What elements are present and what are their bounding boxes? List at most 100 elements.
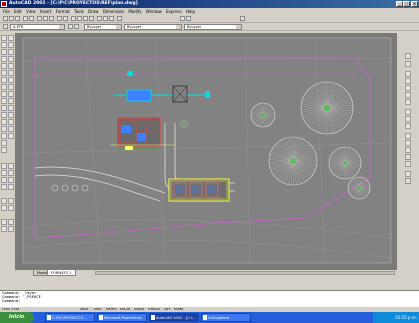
point-icon[interactable] (1, 119, 7, 125)
mirror-icon[interactable] (8, 49, 14, 55)
ellipse-icon[interactable] (1, 98, 7, 104)
multiline-text-icon[interactable] (1, 147, 7, 153)
line-icon[interactable] (1, 35, 7, 41)
list-icon[interactable] (1, 205, 7, 211)
dim-aligned-icon[interactable] (8, 163, 14, 169)
drawing-canvas[interactable] (15, 33, 397, 270)
snap-midpoint-icon[interactable] (405, 78, 411, 84)
print-icon[interactable] (23, 16, 28, 21)
zoom-realtime-icon[interactable] (77, 16, 82, 21)
zoom-previous-icon[interactable] (89, 16, 94, 21)
tab-scroll-buttons[interactable] (15, 270, 33, 276)
snap-nearest-icon[interactable] (405, 161, 411, 167)
drawing-area[interactable] (15, 33, 397, 270)
redo-icon[interactable] (63, 16, 68, 21)
taskbar-item-autocad[interactable]: AutoCAD 2002 - [C:\... (149, 313, 199, 322)
snap-tangent-icon[interactable] (405, 123, 411, 129)
construction-line-icon[interactable] (1, 42, 7, 48)
menu-draw[interactable]: Draw (88, 8, 98, 15)
color-select[interactable]: ByLayer (84, 24, 122, 30)
start-button[interactable]: Inicio (0, 312, 34, 323)
revision-cloud-icon[interactable] (1, 84, 7, 90)
table-icon[interactable] (1, 140, 7, 146)
copy-icon[interactable] (43, 16, 48, 21)
snap-extension-icon[interactable] (405, 99, 411, 105)
taskbar-item-folder[interactable]: C:\P\C\PROYECTO... (45, 313, 95, 322)
zoom-all-icon[interactable] (1, 226, 7, 232)
menu-modify[interactable]: Modify (128, 8, 141, 15)
cut-icon[interactable] (37, 16, 42, 21)
help-icon[interactable] (117, 16, 122, 21)
chamfer-icon[interactable] (8, 119, 14, 125)
extend-icon[interactable] (8, 105, 14, 111)
dim-angular-icon[interactable] (1, 177, 7, 183)
region-icon[interactable] (1, 133, 7, 139)
tool-palette-icon[interactable] (109, 16, 114, 21)
snap-insert-icon[interactable] (405, 147, 411, 153)
erase-icon[interactable] (8, 35, 14, 41)
dim-radius-icon[interactable] (1, 170, 7, 176)
circle-icon[interactable] (1, 77, 7, 83)
menu-express[interactable]: Express (166, 8, 182, 15)
zoom-extents-icon[interactable] (8, 226, 14, 232)
paste-icon[interactable] (49, 16, 54, 21)
close-button[interactable]: × (411, 1, 418, 7)
menu-help[interactable]: Help (186, 8, 195, 15)
stretch-icon[interactable] (8, 91, 14, 97)
layer-manager-icon[interactable] (3, 24, 8, 29)
osnap-settings-icon[interactable] (405, 178, 411, 184)
arc-icon[interactable] (1, 70, 7, 76)
snap-temporary-tracking-icon[interactable] (405, 53, 411, 59)
properties-icon[interactable] (97, 16, 102, 21)
snap-none-icon[interactable] (405, 171, 411, 177)
make-object-layer-current-icon[interactable] (68, 24, 73, 29)
design-center-icon[interactable] (103, 16, 108, 21)
array-icon[interactable] (8, 63, 14, 69)
offset-icon[interactable] (8, 56, 14, 62)
preview-icon[interactable] (29, 16, 34, 21)
trim-icon[interactable] (8, 98, 14, 104)
taskbar-item-calculator[interactable]: Calculadora (201, 313, 251, 322)
dimension-icon[interactable] (180, 16, 185, 21)
rectangle-icon[interactable] (1, 63, 7, 69)
snap-apparent-intersection-icon[interactable] (405, 92, 411, 98)
snap-parallel-icon[interactable] (405, 140, 411, 146)
command-prompt[interactable]: Command: (2, 299, 419, 303)
lineweight-select[interactable]: ByLayer (184, 24, 242, 30)
locate-point-icon[interactable] (8, 205, 14, 211)
rotate-icon[interactable] (8, 77, 14, 83)
snap-node-icon[interactable] (405, 154, 411, 160)
snap-from-icon[interactable] (405, 61, 411, 67)
scale-icon[interactable] (8, 84, 14, 90)
leader-icon[interactable] (8, 177, 14, 183)
text-style-icon[interactable] (186, 16, 191, 21)
autocad-app-icon[interactable] (1, 1, 7, 7)
minimize-button[interactable]: _ (396, 1, 403, 7)
snap-center-icon[interactable] (405, 109, 411, 115)
horizontal-scrollbar[interactable] (95, 271, 395, 275)
inquiry-distance-icon[interactable] (1, 198, 7, 204)
pan-icon[interactable] (71, 16, 76, 21)
layer-select[interactable]: A-ETR (10, 24, 65, 30)
taskbar-item-powerpoint[interactable]: Microsoft PowerPoint... (97, 313, 147, 322)
fillet-icon[interactable] (8, 126, 14, 132)
break-icon[interactable] (8, 112, 14, 118)
zoom-in-icon[interactable] (1, 219, 7, 225)
menu-edit[interactable]: Edit (14, 8, 22, 15)
snap-intersection-icon[interactable] (405, 85, 411, 91)
move-icon[interactable] (8, 70, 14, 76)
dim-diameter-icon[interactable] (8, 170, 14, 176)
layer-previous-icon[interactable] (74, 24, 79, 29)
insert-block-icon[interactable] (1, 105, 7, 111)
new-icon[interactable] (3, 16, 8, 21)
open-icon[interactable] (9, 16, 14, 21)
explode-icon[interactable] (8, 133, 14, 139)
maximize-button[interactable]: □ (403, 1, 410, 7)
menu-file[interactable]: File (3, 8, 10, 15)
zoom-out-icon[interactable] (8, 219, 14, 225)
snap-perpendicular-icon[interactable] (405, 133, 411, 139)
menu-insert[interactable]: Insert (40, 8, 51, 15)
linetype-select[interactable]: ByLayer (124, 24, 182, 30)
menu-view[interactable]: View (26, 8, 36, 15)
zoom-window-icon[interactable] (83, 16, 88, 21)
